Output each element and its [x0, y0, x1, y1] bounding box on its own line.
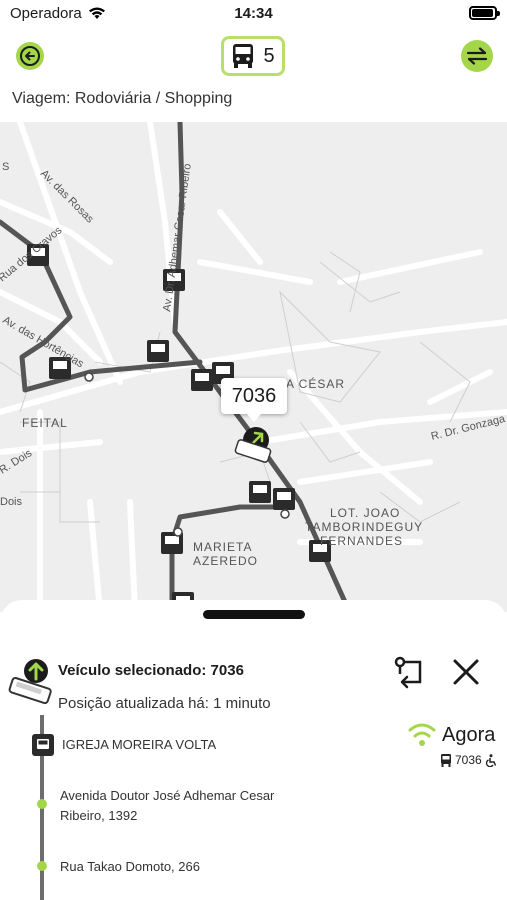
arrival-vehicle-number: 7036 — [455, 753, 482, 767]
sheet-grabber[interactable] — [203, 610, 305, 619]
bus-icon — [233, 44, 254, 68]
route-icon[interactable] — [392, 654, 430, 690]
district-label: MARIETA — [193, 540, 252, 554]
top-bar: 5 — [0, 28, 507, 84]
selected-vehicle-icon — [8, 659, 52, 705]
street-label: S — [2, 161, 9, 173]
district-label: A CÉSAR — [286, 376, 345, 391]
status-bar: Operadora 14:34 — [0, 0, 507, 28]
wheelchair-icon — [485, 753, 496, 767]
stop-dot — [37, 861, 47, 871]
battery-icon — [469, 6, 500, 20]
bus-count: 5 — [263, 44, 275, 67]
district-label: TAMBORINDEGUY — [305, 520, 423, 534]
close-icon[interactable] — [450, 656, 482, 688]
stop-name: IGREJA MOREIRA VOLTA — [62, 737, 217, 752]
map-canvas: Av. das Rosas Av. Dr. Adhemar Cesar Ribe… — [0, 122, 507, 612]
bus-icon — [441, 753, 451, 767]
street-label: Rua dos Cravos — [0, 224, 65, 284]
vehicle-details-sheet: Veículo selecionado: 7036 Posição atuali… — [0, 600, 507, 900]
stop-address: Avenida Doutor José Adhemar Cesar Ribeir… — [60, 788, 275, 823]
stop-dot — [37, 799, 47, 809]
street-label: Dois — [0, 496, 23, 508]
vehicle-marker-icon — [234, 427, 272, 463]
back-arrow-icon — [20, 46, 40, 66]
bus-stop-icon — [32, 734, 54, 756]
signal-icon — [408, 723, 436, 746]
trip-title: Viagem: Rodoviária / Shopping — [12, 90, 233, 107]
arrival-time: Agora — [442, 724, 496, 746]
district-label: FEITAL — [22, 416, 68, 430]
street-label: Av. das Hortências — [1, 314, 87, 370]
clock: 14:34 — [234, 5, 273, 22]
district-label: LOT. JOAO — [330, 506, 400, 520]
selected-vehicle-title: Veículo selecionado: 7036 — [58, 662, 244, 679]
swap-direction-button[interactable] — [461, 40, 493, 72]
bus-stop-icon — [273, 488, 295, 510]
stop-address: Rua Takao Domoto, 266 — [60, 859, 200, 874]
vehicle-callout[interactable]: 7036 — [221, 378, 287, 422]
back-button[interactable] — [16, 42, 44, 70]
district-label: AZEREDO — [193, 554, 258, 568]
map-view[interactable]: Av. das Rosas Av. Dr. Adhemar Cesar Ribe… — [0, 122, 507, 612]
bus-stop-icon — [249, 481, 271, 503]
bus-stop-icon — [191, 369, 213, 391]
position-updated-text: Posição atualizada há: 1 minuto — [58, 695, 271, 712]
bus-count-button[interactable]: 5 — [221, 36, 285, 76]
arrival-vehicle: 7036 — [440, 753, 497, 767]
bus-stop-icon — [147, 340, 169, 362]
district-label: FERNANDES — [320, 534, 403, 548]
swap-icon — [466, 47, 488, 65]
